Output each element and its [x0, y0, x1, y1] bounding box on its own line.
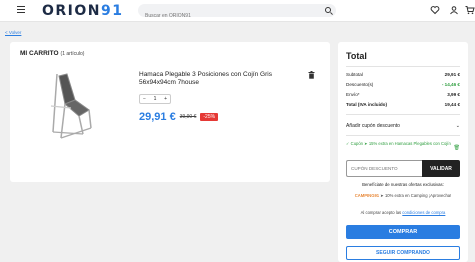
search-icon[interactable] — [325, 7, 331, 13]
current-price: 29,91 € — [139, 111, 176, 123]
quantity-stepper: − 1 + — [139, 94, 171, 104]
increase-quantity-button[interactable]: + — [164, 96, 167, 102]
chevron-down-icon: ⌄ — [455, 123, 460, 129]
cart-title: MI CARRITO (1 artículo) — [20, 50, 85, 57]
divider — [346, 66, 460, 67]
back-link[interactable]: < Volver — [5, 30, 21, 35]
decrease-quantity-button[interactable]: − — [143, 96, 146, 102]
menu-icon[interactable] — [17, 6, 25, 14]
cart-panel: MI CARRITO (1 artículo) Hamaca Plegable 3… — [10, 42, 330, 182]
quantity-value[interactable]: 1 — [154, 96, 157, 102]
old-price: 39,90 € — [179, 114, 197, 120]
product-image[interactable] — [45, 70, 95, 142]
divider — [346, 135, 460, 136]
product-name[interactable]: Hamaca Plegable 3 Posiciones con Cojín G… — [139, 71, 299, 87]
terms-link[interactable]: condiciones de compra — [402, 210, 445, 215]
add-coupon-toggle[interactable]: Añadir cupón descuento ⌄ — [346, 123, 460, 129]
heart-icon[interactable] — [430, 5, 440, 15]
trash-icon[interactable] — [308, 71, 315, 79]
discount-row: Descuento(s) - 14,46 € — [346, 82, 460, 87]
site-logo[interactable]: ORION91 — [42, 3, 124, 19]
shipping-row: Envío* 3,99 € — [346, 92, 460, 97]
remove-coupon-icon[interactable]: 🗑 — [454, 145, 460, 152]
search-input[interactable] — [138, 9, 308, 23]
terms-text: Al comprar acepto las condiciones de com… — [360, 210, 446, 215]
coupon-input[interactable] — [346, 160, 422, 177]
divider — [346, 114, 460, 115]
top-header: ORION91 — [0, 0, 475, 23]
benefits-title: Benefíciate de nuestras ofertas exclusiv… — [362, 182, 444, 187]
subtotal-row: Subtotal 29,91 € — [346, 72, 460, 77]
price-row: 29,91 € 39,90 € -25% — [139, 111, 219, 123]
summary-title: Total — [346, 51, 367, 61]
buy-button[interactable]: COMPRAR — [346, 225, 460, 239]
user-icon[interactable] — [449, 5, 459, 15]
total-row: Total (IVA incluido) 19,44 € — [346, 102, 460, 107]
coupon-form: VALIDAR — [346, 160, 460, 177]
continue-shopping-button[interactable]: SEGUIR COMPRANDO — [346, 246, 460, 260]
validate-coupon-button[interactable]: VALIDAR — [422, 160, 460, 177]
order-summary: Total Subtotal 29,91 € Descuento(s) - 14,4… — [338, 42, 468, 262]
search-bar — [138, 4, 336, 23]
cart-count: (1 artículo) — [60, 51, 85, 57]
cart-icon[interactable] — [465, 5, 475, 15]
discount-badge: -25% — [200, 113, 219, 121]
applied-coupon: ✓ Cupón ➤ 15% extra en Hamacas Plegables… — [346, 141, 460, 151]
benefit-item: CAMPING91 ➤ 10% extra en Camping ¡Aprove… — [354, 193, 452, 198]
